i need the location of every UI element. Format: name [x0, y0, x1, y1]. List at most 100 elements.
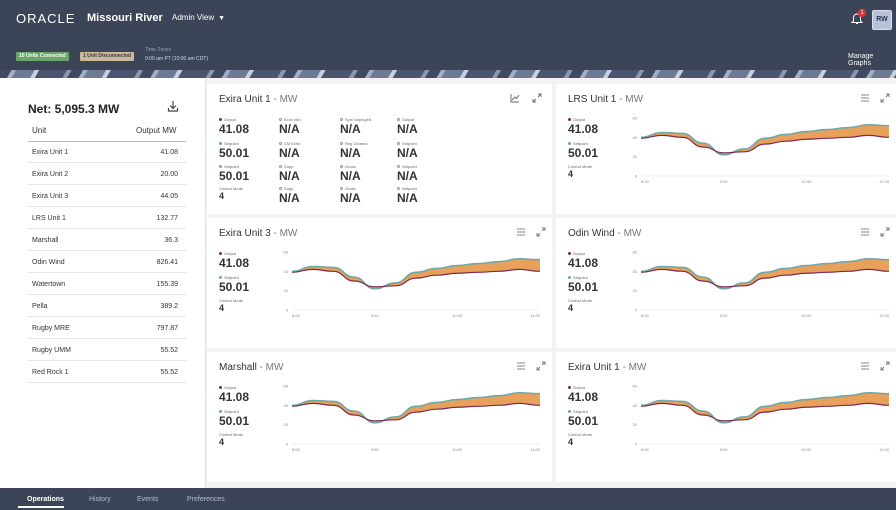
field-value: N/A: [397, 191, 418, 205]
y-tick-label: 0: [635, 174, 638, 179]
y-tick-label: 0: [286, 308, 289, 313]
menu-icon[interactable]: [516, 227, 526, 237]
field-value: N/A: [397, 122, 418, 136]
timezone-label: Time Zones: [145, 47, 172, 53]
x-tick-label: 9:00: [720, 313, 729, 318]
tab-preferences[interactable]: Preferences: [187, 496, 225, 503]
y-tick-label: 60: [633, 250, 638, 255]
oracle-logo: ORACLE: [16, 11, 76, 26]
menu-icon[interactable]: [860, 227, 870, 237]
card-title-name: Exira Unit 1: [219, 94, 271, 105]
y-tick-label: 60: [284, 250, 289, 255]
card-title: Marshall - MW: [219, 362, 283, 373]
table-row[interactable]: Red Rock 1 55.52: [28, 362, 186, 383]
expand-icon[interactable]: [880, 93, 890, 103]
series-dot-icon: [397, 187, 400, 191]
x-tick-label: 8:00: [292, 313, 301, 318]
series-dot-icon: [568, 142, 571, 146]
chart-card: Odin Wind - MW Output 41.08 Setpoint 50.01 Co…: [556, 218, 896, 348]
series-dot-icon: [340, 142, 343, 146]
unit-output: 41.08: [160, 149, 178, 156]
table-row[interactable]: Rugby MRE 797.87: [28, 318, 186, 339]
x-tick-label: 10:00: [801, 313, 812, 318]
area-chart: 0 20 40 60 8:00 9:00 10:00 11:00: [633, 384, 890, 453]
field-value: N/A: [397, 169, 418, 183]
stat-value: 41.08: [568, 122, 599, 136]
card-title-unit: - MW: [270, 94, 298, 105]
table-row[interactable]: LRS Unit 1 132.77: [28, 208, 186, 229]
area-chart: 0 20 40 60 8:00 9:00 10:00 11:00: [284, 250, 541, 319]
series-dot-icon: [279, 187, 282, 191]
x-tick-label: 10:00: [452, 313, 463, 318]
tab-events[interactable]: Events: [137, 496, 158, 503]
table-row[interactable]: Odin Wind 826.41: [28, 252, 186, 273]
y-tick-label: 60: [633, 384, 638, 389]
x-tick-label: 11:00: [879, 313, 889, 318]
table-row[interactable]: Marshall 36.3: [28, 230, 186, 251]
manage-graphs-link[interactable]: Manage Graphs: [848, 53, 896, 67]
y-tick-label: 20: [633, 288, 638, 293]
table-row[interactable]: Exira Unit 1 41.08: [28, 142, 186, 163]
tab-operations[interactable]: Operations: [27, 496, 64, 503]
x-tick-label: 10:00: [801, 179, 812, 184]
menu-icon[interactable]: [516, 361, 526, 371]
unit-name: Rugby MRE: [32, 325, 70, 332]
expand-arrows: [536, 361, 546, 371]
difference-area: [292, 392, 540, 423]
view-selector[interactable]: Admin View ▼: [172, 13, 225, 22]
series-dot-icon: [397, 118, 400, 122]
expand-icon[interactable]: [532, 93, 542, 103]
chart-card: Exira Unit 1 - MW Output 41.08 Setpoint 50.0…: [556, 352, 896, 482]
expand-icon[interactable]: [536, 361, 546, 371]
tab-history[interactable]: History: [89, 496, 111, 503]
unit-output: 44.05: [160, 193, 178, 200]
card-title: LRS Unit 1 - MW: [568, 94, 643, 105]
menu-icon[interactable]: [860, 93, 870, 103]
x-tick-label: 9:00: [371, 313, 380, 318]
download-icon[interactable]: [167, 100, 179, 112]
field-value: N/A: [397, 146, 418, 160]
menu-icon[interactable]: [860, 361, 870, 371]
line-chart-icon[interactable]: [510, 93, 520, 103]
field-value: 50.01: [219, 146, 250, 160]
chart-card: LRS Unit 1 - MW Output 41.08 Setpoint 50.01 C…: [556, 84, 896, 214]
unit-output: 55.52: [160, 369, 178, 376]
chevron-down-icon: ▼: [218, 15, 226, 22]
y-tick-label: 20: [633, 154, 638, 159]
chart-card: Exira Unit 3 - MW Output 41.08 Setpoint 50.0…: [207, 218, 552, 348]
unit-name: Red Rock 1: [32, 369, 69, 376]
table-row[interactable]: Rugby UMM 55.52: [28, 340, 186, 361]
series-dot-icon: [340, 165, 343, 169]
stat-value: 41.08: [568, 390, 599, 404]
difference-area: [641, 392, 889, 423]
field-value: N/A: [279, 122, 300, 136]
table-row[interactable]: Watertown 155.39: [28, 274, 186, 295]
series-dot-icon: [397, 165, 400, 169]
app-title: Missouri River: [87, 12, 163, 24]
view-label: Admin View: [172, 13, 215, 22]
expand-icon[interactable]: [880, 227, 890, 237]
series-dot-icon: [568, 410, 571, 414]
table-row[interactable]: Pella 389.2: [28, 296, 186, 317]
stat-value: 4: [568, 303, 574, 313]
avatar[interactable]: RW: [872, 10, 892, 30]
unit-output: 826.41: [156, 259, 178, 266]
x-tick-label: 11:00: [530, 447, 540, 452]
field-value: N/A: [279, 169, 300, 183]
area-chart: 0 20 40 60 8:00 9:00 10:00 11:00: [633, 250, 890, 319]
table-row[interactable]: Exira Unit 3 44.05: [28, 186, 186, 207]
expand-icon[interactable]: [536, 227, 546, 237]
column-header-unit: Unit: [32, 126, 47, 135]
difference-area: [641, 258, 889, 289]
timezone-value: 9:00 am PT (10:00 am CDT): [145, 56, 208, 62]
stat-value: 50.01: [568, 414, 599, 428]
difference-area: [292, 258, 540, 289]
card-title-unit: - MW: [616, 94, 644, 105]
field-value: 50.01: [219, 169, 250, 183]
expand-icon[interactable]: [880, 361, 890, 371]
series-dot-icon: [340, 187, 343, 191]
stat-value: 50.01: [219, 280, 250, 294]
y-tick-label: 40: [633, 269, 638, 274]
card-title-unit: - MW: [614, 228, 642, 239]
table-row[interactable]: Exira Unit 2 20.00: [28, 164, 186, 185]
